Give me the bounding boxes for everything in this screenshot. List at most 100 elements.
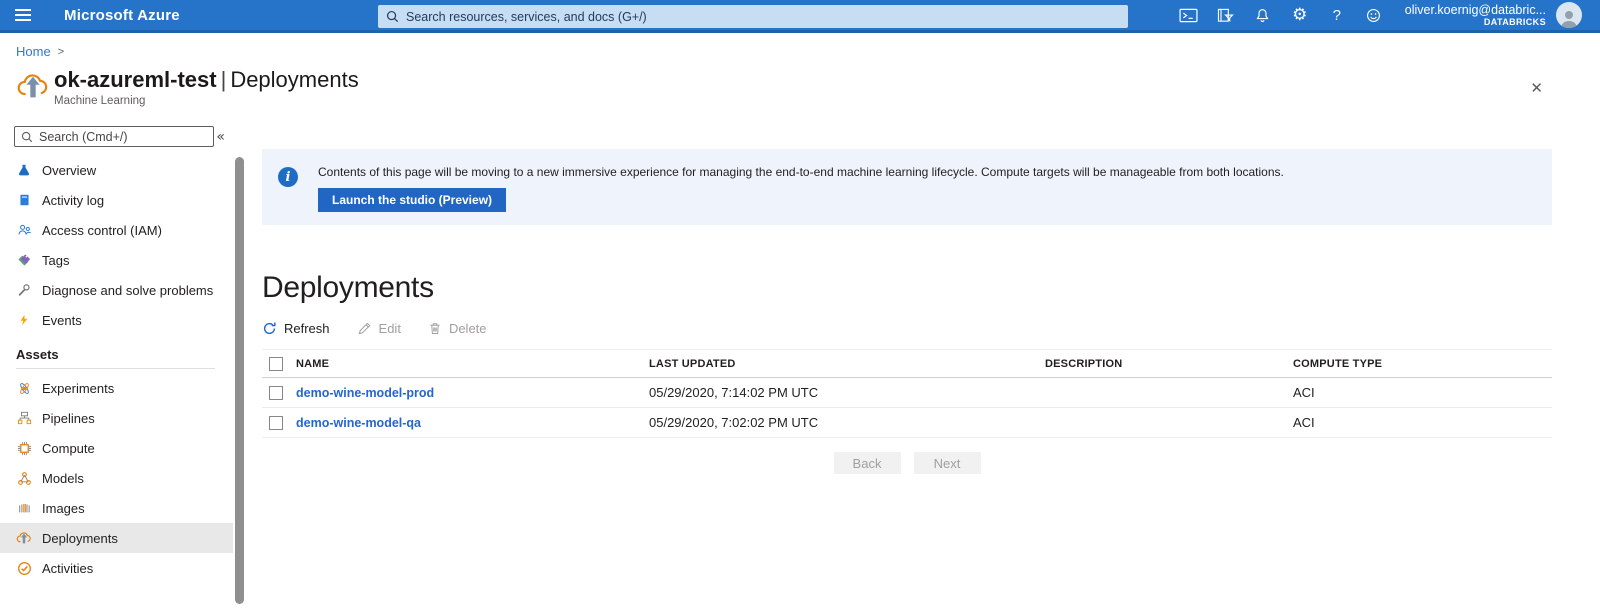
delete-trash-icon bbox=[428, 321, 442, 336]
account-email: oliver.koernig@databric... bbox=[1405, 3, 1546, 17]
sidebar-item-models[interactable]: Models bbox=[0, 463, 233, 493]
table-row: demo-wine-model-qa 05/29/2020, 7:02:02 P… bbox=[262, 408, 1552, 438]
search-icon bbox=[21, 131, 33, 143]
chevron-right-icon: > bbox=[58, 46, 64, 58]
title-separator: | bbox=[217, 67, 231, 92]
sidebar-scrollbar[interactable] bbox=[235, 157, 244, 604]
resource-sidebar: « Overview Activity log Access control (… bbox=[0, 121, 233, 604]
main-content: i Contents of this page will be moving t… bbox=[247, 121, 1600, 604]
select-all-checkbox[interactable] bbox=[269, 357, 283, 371]
lightning-bolt-icon bbox=[16, 312, 32, 328]
access-control-icon bbox=[16, 222, 32, 238]
sidebar-item-events[interactable]: Events bbox=[0, 305, 233, 335]
back-button[interactable]: Back bbox=[834, 452, 901, 474]
hamburger-menu-icon[interactable] bbox=[0, 0, 46, 32]
models-icon bbox=[16, 470, 32, 486]
divider bbox=[16, 368, 215, 369]
sidebar-item-compute[interactable]: Compute bbox=[0, 433, 233, 463]
column-header-compute-type[interactable]: COMPUTE TYPE bbox=[1293, 358, 1552, 370]
sidebar-item-label: Compute bbox=[42, 441, 95, 456]
sidebar-item-label: Activity log bbox=[42, 193, 104, 208]
sidebar-item-images[interactable]: Images bbox=[0, 493, 233, 523]
page-title: ok-azureml-test|Deployments bbox=[54, 67, 359, 93]
column-header-name[interactable]: NAME bbox=[296, 358, 649, 370]
compute-chip-icon bbox=[16, 440, 32, 456]
directory-filter-icon[interactable] bbox=[1211, 2, 1241, 28]
sidebar-scrollbar-track bbox=[233, 121, 247, 604]
pagination: Back Next bbox=[262, 452, 1552, 474]
deployments-cloud-icon bbox=[16, 530, 32, 546]
wrench-icon bbox=[16, 282, 32, 298]
search-icon bbox=[386, 10, 399, 23]
next-button[interactable]: Next bbox=[914, 452, 981, 474]
cloud-shell-icon[interactable] bbox=[1174, 2, 1204, 28]
sidebar-item-tags[interactable]: Tags bbox=[0, 245, 233, 275]
global-search-bar[interactable] bbox=[378, 5, 1128, 28]
sidebar-item-deployments[interactable]: Deployments bbox=[0, 523, 233, 553]
sidebar-item-label: Deployments bbox=[42, 531, 118, 546]
deployments-table: NAME LAST UPDATED DESCRIPTION COMPUTE TY… bbox=[262, 349, 1552, 438]
row-checkbox[interactable] bbox=[269, 416, 283, 430]
sidebar-item-label: Diagnose and solve problems bbox=[42, 283, 213, 298]
account-info[interactable]: oliver.koernig@databric... DATABRICKS bbox=[1405, 3, 1546, 28]
info-banner: i Contents of this page will be moving t… bbox=[262, 149, 1552, 225]
table-toolbar: Refresh Edit Delete bbox=[262, 321, 1552, 336]
images-icon bbox=[16, 500, 32, 516]
info-icon: i bbox=[278, 167, 298, 187]
sidebar-item-label: Overview bbox=[42, 163, 96, 178]
edit-pencil-icon bbox=[357, 321, 372, 336]
sidebar-item-activity-log[interactable]: Activity log bbox=[0, 185, 233, 215]
deployment-link[interactable]: demo-wine-model-qa bbox=[296, 416, 421, 430]
sidebar-item-label: Experiments bbox=[42, 381, 114, 396]
edit-label: Edit bbox=[379, 321, 401, 336]
avatar[interactable] bbox=[1556, 2, 1582, 28]
sidebar-item-experiments[interactable]: Experiments bbox=[0, 373, 233, 403]
sidebar-item-pipelines[interactable]: Pipelines bbox=[0, 403, 233, 433]
collapse-sidebar-icon[interactable]: « bbox=[216, 129, 225, 145]
compute-type-cell: ACI bbox=[1293, 415, 1552, 430]
overview-icon bbox=[16, 162, 32, 178]
refresh-icon bbox=[262, 321, 277, 336]
azure-top-bar: Microsoft Azure ⚙ ? oliver.koernig@datab… bbox=[0, 0, 1600, 33]
table-row: demo-wine-model-prod 05/29/2020, 7:14:02… bbox=[262, 378, 1552, 408]
refresh-button[interactable]: Refresh bbox=[262, 321, 330, 336]
tags-icon bbox=[16, 252, 32, 268]
page-header: ok-azureml-test|Deployments Machine Lear… bbox=[0, 59, 1600, 121]
sidebar-item-label: Models bbox=[42, 471, 84, 486]
sidebar-item-label: Access control (IAM) bbox=[42, 223, 162, 238]
sidebar-search-input[interactable] bbox=[39, 130, 207, 144]
column-header-description[interactable]: DESCRIPTION bbox=[1045, 358, 1293, 370]
column-header-last-updated[interactable]: LAST UPDATED bbox=[649, 358, 1045, 370]
notifications-bell-icon[interactable] bbox=[1248, 2, 1278, 28]
sidebar-item-diagnose[interactable]: Diagnose and solve problems bbox=[0, 275, 233, 305]
compute-type-cell: ACI bbox=[1293, 385, 1552, 400]
deployment-link[interactable]: demo-wine-model-prod bbox=[296, 386, 434, 400]
activity-log-icon bbox=[16, 192, 32, 208]
delete-label: Delete bbox=[449, 321, 487, 336]
last-updated-cell: 05/29/2020, 7:02:02 PM UTC bbox=[649, 415, 1045, 430]
row-checkbox[interactable] bbox=[269, 386, 283, 400]
feedback-smiley-icon[interactable] bbox=[1359, 2, 1389, 28]
sidebar-item-overview[interactable]: Overview bbox=[0, 155, 233, 185]
breadcrumb: Home > bbox=[0, 33, 1600, 59]
close-icon[interactable]: ✕ bbox=[1530, 79, 1543, 97]
launch-studio-button[interactable]: Launch the studio (Preview) bbox=[318, 188, 506, 212]
sidebar-item-label: Tags bbox=[42, 253, 69, 268]
pipelines-icon bbox=[16, 410, 32, 426]
deployments-heading: Deployments bbox=[262, 271, 1552, 305]
sidebar-item-activities[interactable]: Activities bbox=[0, 553, 233, 583]
sidebar-item-label: Pipelines bbox=[42, 411, 95, 426]
global-search-input[interactable] bbox=[406, 10, 1120, 24]
help-icon[interactable]: ? bbox=[1322, 2, 1352, 28]
refresh-label: Refresh bbox=[284, 321, 330, 336]
experiments-atom-icon bbox=[16, 380, 32, 396]
edit-button[interactable]: Edit bbox=[357, 321, 401, 336]
machine-learning-icon bbox=[16, 67, 54, 121]
account-tenant: DATABRICKS bbox=[1405, 17, 1546, 27]
sidebar-search-box[interactable] bbox=[14, 126, 214, 147]
sidebar-item-access-control-iam[interactable]: Access control (IAM) bbox=[0, 215, 233, 245]
brand-title: Microsoft Azure bbox=[64, 7, 180, 24]
breadcrumb-home-link[interactable]: Home bbox=[16, 44, 51, 59]
delete-button[interactable]: Delete bbox=[428, 321, 487, 336]
settings-gear-icon[interactable]: ⚙ bbox=[1285, 2, 1315, 28]
